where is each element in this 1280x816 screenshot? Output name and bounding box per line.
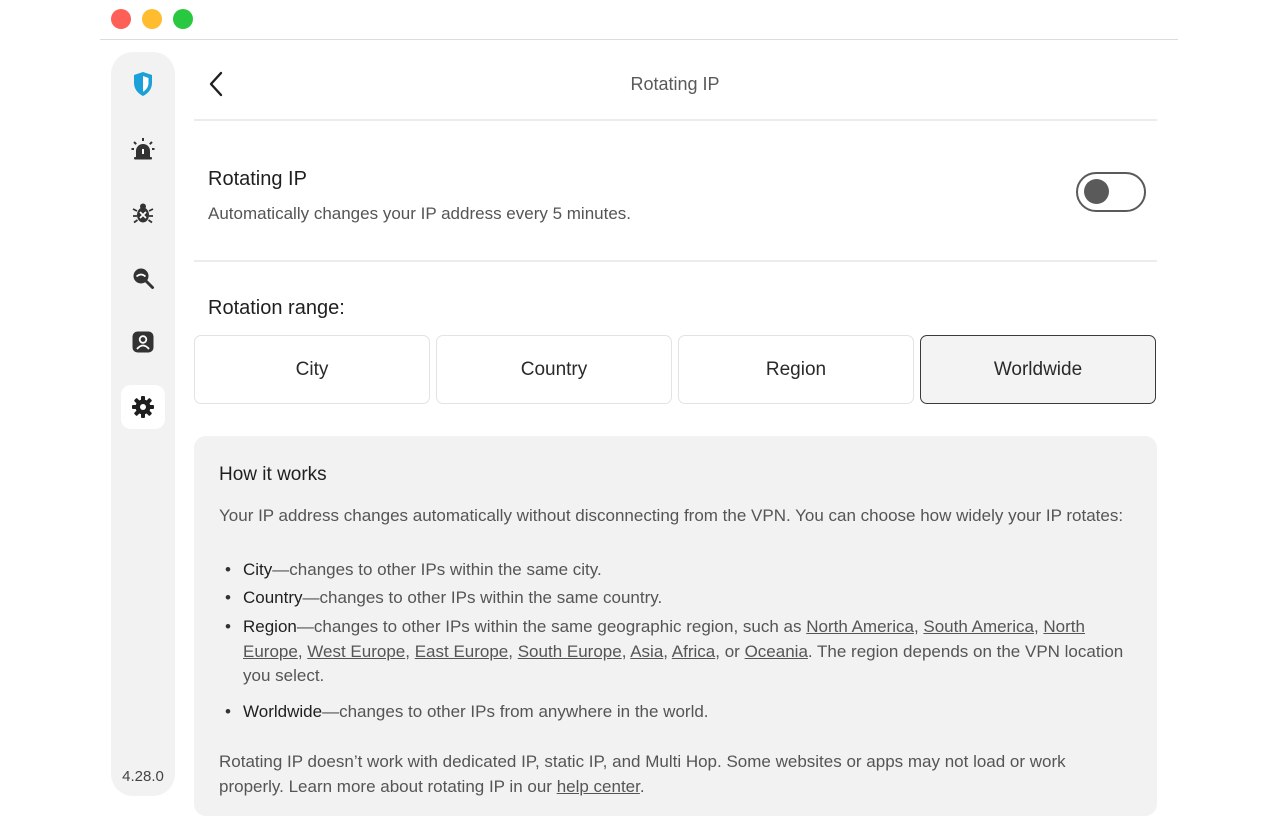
sidebar-item-malware[interactable] [121,191,165,235]
close-window-button[interactable] [111,9,131,29]
account-icon [132,331,154,353]
app-window: 4.28.0 Rotating IP Rotating IP Automatic… [0,0,1280,816]
sidebar-item-account[interactable] [121,320,165,364]
sidebar-item-dark-web[interactable] [121,256,165,300]
alarm-icon [131,138,155,160]
bullet-term: Country [243,588,303,607]
bullet-term: City [243,560,273,579]
header-divider [194,119,1157,121]
how-it-works-intro: Your IP address changes automatically wi… [219,506,1124,525]
setting-title: Rotating IP [208,168,307,190]
title-bar [100,0,1178,40]
range-option-city[interactable]: City [194,335,430,404]
sidebar-item-settings[interactable] [121,385,165,429]
link-east-europe[interactable]: East Europe [415,642,509,661]
link-west-europe[interactable]: West Europe [307,642,405,661]
link-oceania[interactable]: Oceania [745,642,808,661]
toggle-knob [1084,179,1109,204]
or-word: or [724,641,740,661]
sidebar: 4.28.0 [111,52,175,796]
chevron-left-icon [209,71,223,97]
setting-description: Automatically changes your IP address ev… [208,204,632,223]
note-end: . [639,776,645,796]
bullet-text: —changes to other IPs within the same ci… [272,560,602,579]
range-option-region[interactable]: Region [678,335,914,404]
link-south-america[interactable]: South America [923,617,1034,636]
search-eye-icon [133,268,154,289]
sidebar-item-home[interactable] [121,62,165,106]
rotation-range-label: Rotation range: [208,297,345,319]
back-button[interactable] [200,66,232,102]
how-it-works-panel: How it works Your IP address changes aut… [194,436,1157,816]
bullet-text: —changes to other IPs within the same co… [302,588,663,607]
link-north-america[interactable]: North America [806,617,914,636]
section-divider [194,260,1157,262]
bullet-term: Region [243,617,297,636]
bullet-term: Worldwide [243,702,323,721]
link-south-europe[interactable]: South Europe [518,642,622,661]
rotating-ip-toggle[interactable] [1076,172,1146,212]
bug-icon [132,203,154,224]
zoom-window-button[interactable] [173,9,193,29]
page-title: Rotating IP [630,74,720,94]
minimize-window-button[interactable] [142,9,162,29]
range-option-worldwide[interactable]: Worldwide [920,335,1156,404]
app-version: 4.28.0 [122,768,164,785]
limitations-note: Rotating IP doesn’t work with dedicated … [219,750,1134,799]
range-option-country[interactable]: Country [436,335,672,404]
bullet-text: —changes to other IPs within the same ge… [296,617,807,636]
bullet-text: —changes to other IPs from anywhere in t… [322,702,709,721]
help-center-link[interactable]: help center [557,777,640,796]
link-africa[interactable]: Africa [672,642,715,661]
gear-icon [132,396,154,418]
sidebar-item-threat-protection[interactable] [121,127,165,171]
how-it-works-title: How it works [219,464,327,485]
link-asia[interactable]: Asia [630,642,663,661]
shield-logo-icon [134,72,152,96]
